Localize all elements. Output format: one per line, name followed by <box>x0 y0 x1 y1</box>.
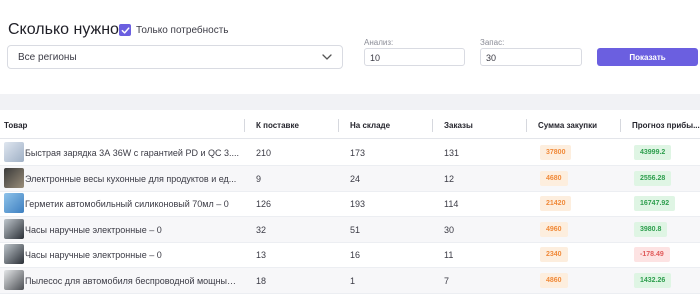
chevron-down-icon <box>322 54 332 60</box>
table-row[interactable]: Электронные весы кухонные для продуктов … <box>0 165 700 192</box>
table-row[interactable]: Часы наручные электронные – 0 13 16 11 2340 -… <box>0 242 700 268</box>
table-row[interactable]: Часы наручные электронные – 0 32 51 30 4960 3… <box>0 216 700 243</box>
table-row[interactable]: Герметик автомобильный силиконовый 70мл … <box>0 191 700 217</box>
product-name[interactable]: Часы наручные электронные – 0 <box>25 225 239 235</box>
product-thumbnail <box>4 269 24 290</box>
column-divider <box>526 119 527 132</box>
profit-forecast-badge: 3980.8 <box>634 221 668 237</box>
product-name[interactable]: Электронные весы кухонные для продуктов … <box>25 174 239 184</box>
check-icon <box>121 26 129 34</box>
product-name[interactable]: Герметик автомобильный силиконовый 70мл … <box>25 199 239 209</box>
col-header-orders[interactable]: Заказы <box>444 121 473 130</box>
in-stock-value: 16 <box>350 250 361 260</box>
column-divider <box>432 119 433 132</box>
to-supply-value: 9 <box>256 173 262 184</box>
col-header-profit-forecast[interactable]: Прогноз прибы... <box>632 121 700 130</box>
orders-value: 11 <box>444 250 454 260</box>
profit-forecast-badge: 1432.26 <box>634 272 672 288</box>
purchase-sum-badge: 4860 <box>540 272 568 288</box>
orders-value: 131 <box>444 148 460 158</box>
to-supply-value: 32 <box>256 224 267 235</box>
region-select-value: Все регионы <box>18 52 77 63</box>
purchase-sum-badge: 21420 <box>540 196 572 211</box>
table-header: Товар К поставке На складе Заказы Сумма … <box>0 115 700 139</box>
in-stock-value: 193 <box>350 199 366 209</box>
in-stock-value: 173 <box>350 148 366 158</box>
profit-forecast-badge: 16747.92 <box>634 196 676 211</box>
product-thumbnail <box>4 218 24 239</box>
column-divider <box>338 119 339 132</box>
orders-value: 7 <box>444 275 450 286</box>
table-row[interactable]: Пылесос для автомобиля беспроводной мощн… <box>0 267 700 294</box>
only-need-label: Только потребность <box>136 24 229 36</box>
product-name[interactable]: Часы наручные электронные – 0 <box>25 250 239 260</box>
profit-forecast-badge: 43999.2 <box>634 145 672 160</box>
orders-value: 114 <box>444 199 459 209</box>
col-header-purchase-sum[interactable]: Сумма закупки <box>538 121 597 130</box>
product-thumbnail <box>4 167 24 188</box>
column-divider <box>620 119 621 132</box>
in-stock-value: 1 <box>350 275 356 286</box>
section-divider <box>0 94 700 110</box>
orders-value: 12 <box>444 173 455 184</box>
orders-value: 30 <box>444 224 455 235</box>
product-name[interactable]: Пылесос для автомобиля беспроводной мощн… <box>25 276 239 286</box>
column-divider <box>244 119 245 132</box>
product-name[interactable]: Быстрая зарядка 3А 36W с гарантией PD и … <box>25 148 239 158</box>
to-supply-value: 210 <box>256 148 272 158</box>
in-stock-value: 51 <box>350 224 361 235</box>
col-header-to-supply[interactable]: К поставке <box>256 121 299 130</box>
profit-forecast-badge: -178.49 <box>634 247 670 262</box>
purchase-sum-badge: 37800 <box>540 145 572 160</box>
table-row[interactable]: Быстрая зарядка 3А 36W с гарантией PD и … <box>0 140 700 166</box>
analysis-label: Анализ: <box>364 38 394 47</box>
col-header-in-stock[interactable]: На складе <box>350 121 390 130</box>
to-supply-value: 126 <box>256 199 272 209</box>
only-need-checkbox-wrap[interactable]: Только потребность <box>119 24 229 36</box>
product-thumbnail <box>4 244 24 264</box>
purchase-sum-badge: 2340 <box>540 247 568 262</box>
in-stock-value: 24 <box>350 173 361 184</box>
only-need-checkbox[interactable] <box>119 24 131 36</box>
page-title: Сколько нужно <box>8 21 119 38</box>
region-select[interactable]: Все регионы <box>7 45 343 69</box>
purchase-sum-badge: 4680 <box>540 170 568 186</box>
profit-forecast-badge: 2556.28 <box>634 170 672 186</box>
product-thumbnail <box>4 193 24 213</box>
to-supply-value: 18 <box>256 275 267 286</box>
product-thumbnail <box>4 142 24 162</box>
analysis-input[interactable]: 10 <box>364 48 465 66</box>
reserve-input[interactable]: 30 <box>480 48 582 66</box>
col-header-product[interactable]: Товар <box>4 121 27 130</box>
show-button[interactable]: Показать <box>597 48 698 66</box>
reserve-label: Запас: <box>480 38 505 47</box>
to-supply-value: 13 <box>256 250 267 260</box>
purchase-sum-badge: 4960 <box>540 221 568 237</box>
